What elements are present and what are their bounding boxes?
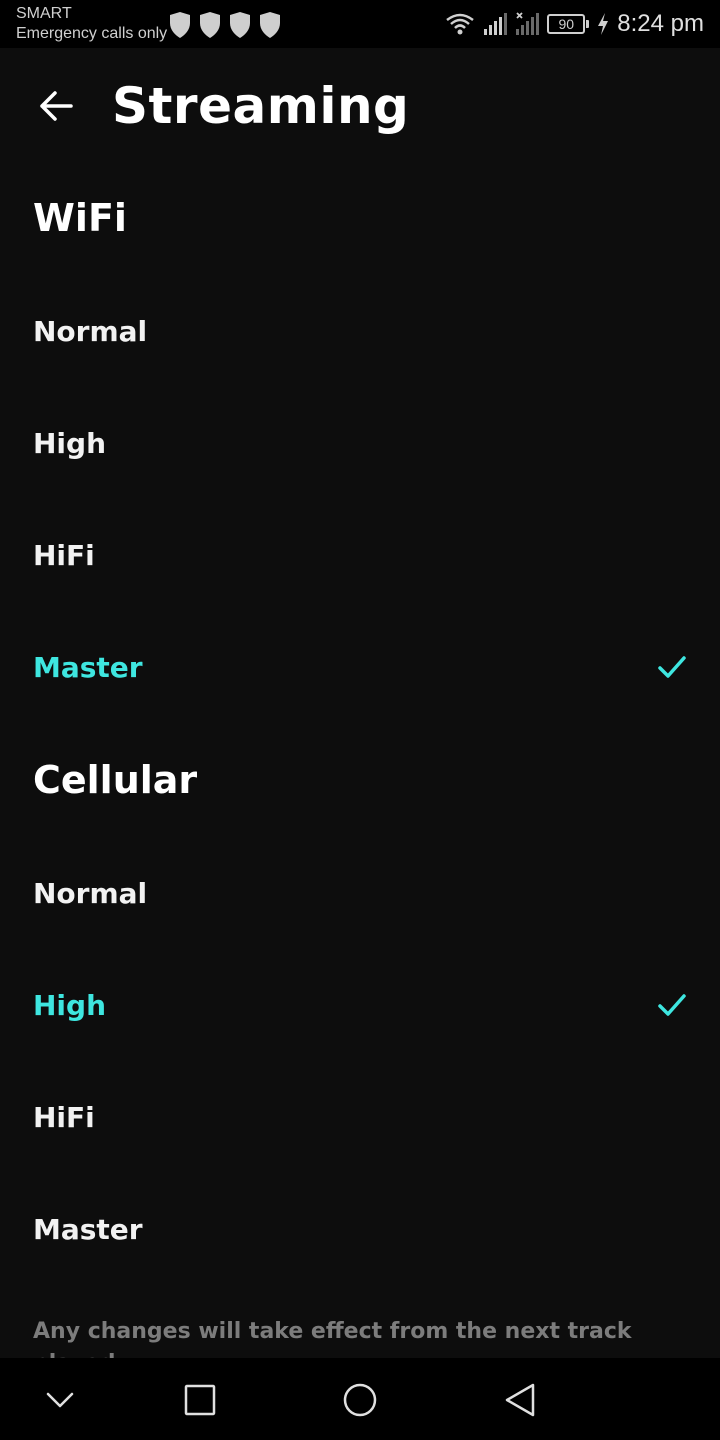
back-button[interactable] <box>26 76 86 136</box>
clock: 8:24 pm <box>617 10 704 37</box>
shield-icon <box>260 12 280 38</box>
recents-square-icon <box>184 1384 216 1416</box>
signal-no-sim-icon <box>516 12 540 35</box>
page-title: Streaming <box>112 77 410 135</box>
option-label: High <box>33 988 107 1022</box>
checkmark-icon <box>658 656 686 678</box>
battery-level: 90 <box>547 14 586 34</box>
notification-icons <box>168 12 282 38</box>
navigation-bar <box>0 1358 720 1440</box>
recents-button[interactable] <box>172 1372 228 1428</box>
status-bar: SMART Emergency calls only 90 8:24 pm <box>0 0 720 48</box>
section-title-cellular: Cellular <box>33 758 198 802</box>
shield-icon <box>170 12 190 38</box>
back-triangle-icon <box>505 1383 535 1417</box>
cellular-option-master[interactable]: Master <box>0 1179 720 1279</box>
wifi-option-master[interactable]: Master <box>0 617 720 717</box>
carrier-name: SMART <box>16 5 72 22</box>
shield-icon <box>200 12 220 38</box>
option-label: Master <box>33 650 143 684</box>
home-circle-icon <box>343 1383 377 1417</box>
chevron-down-icon <box>46 1392 74 1408</box>
shield-icon <box>230 12 250 38</box>
charging-icon <box>598 13 609 35</box>
option-label: Normal <box>33 876 148 910</box>
carrier-status: Emergency calls only <box>16 25 168 42</box>
signal-icon <box>484 13 508 35</box>
section-title-wifi: WiFi <box>33 196 127 240</box>
status-icons: 90 8:24 pm <box>445 8 704 40</box>
app-header: Streaming <box>0 48 720 164</box>
carrier-info: SMART Emergency calls only <box>16 4 167 44</box>
option-label: Normal <box>33 314 148 348</box>
system-back-button[interactable] <box>492 1372 548 1428</box>
cellular-option-high[interactable]: High <box>0 955 720 1055</box>
option-label: HiFi <box>33 1100 95 1134</box>
screen: SMART Emergency calls only 90 8:24 pm St… <box>0 0 720 1440</box>
back-arrow-icon <box>40 91 73 121</box>
option-label: HiFi <box>33 538 95 572</box>
battery-tip <box>586 20 590 28</box>
checkmark-icon <box>658 994 686 1016</box>
hide-nav-button[interactable] <box>32 1372 88 1428</box>
home-button[interactable] <box>332 1372 388 1428</box>
cellular-option-hifi[interactable]: HiFi <box>0 1067 720 1167</box>
cellular-option-normal[interactable]: Normal <box>0 843 720 943</box>
wifi-option-hifi[interactable]: HiFi <box>0 505 720 605</box>
battery-icon: 90 <box>547 14 590 34</box>
wifi-option-normal[interactable]: Normal <box>0 281 720 381</box>
wifi-icon <box>446 13 475 35</box>
option-label: High <box>33 426 107 460</box>
wifi-option-high[interactable]: High <box>0 393 720 493</box>
option-label: Master <box>33 1212 143 1246</box>
